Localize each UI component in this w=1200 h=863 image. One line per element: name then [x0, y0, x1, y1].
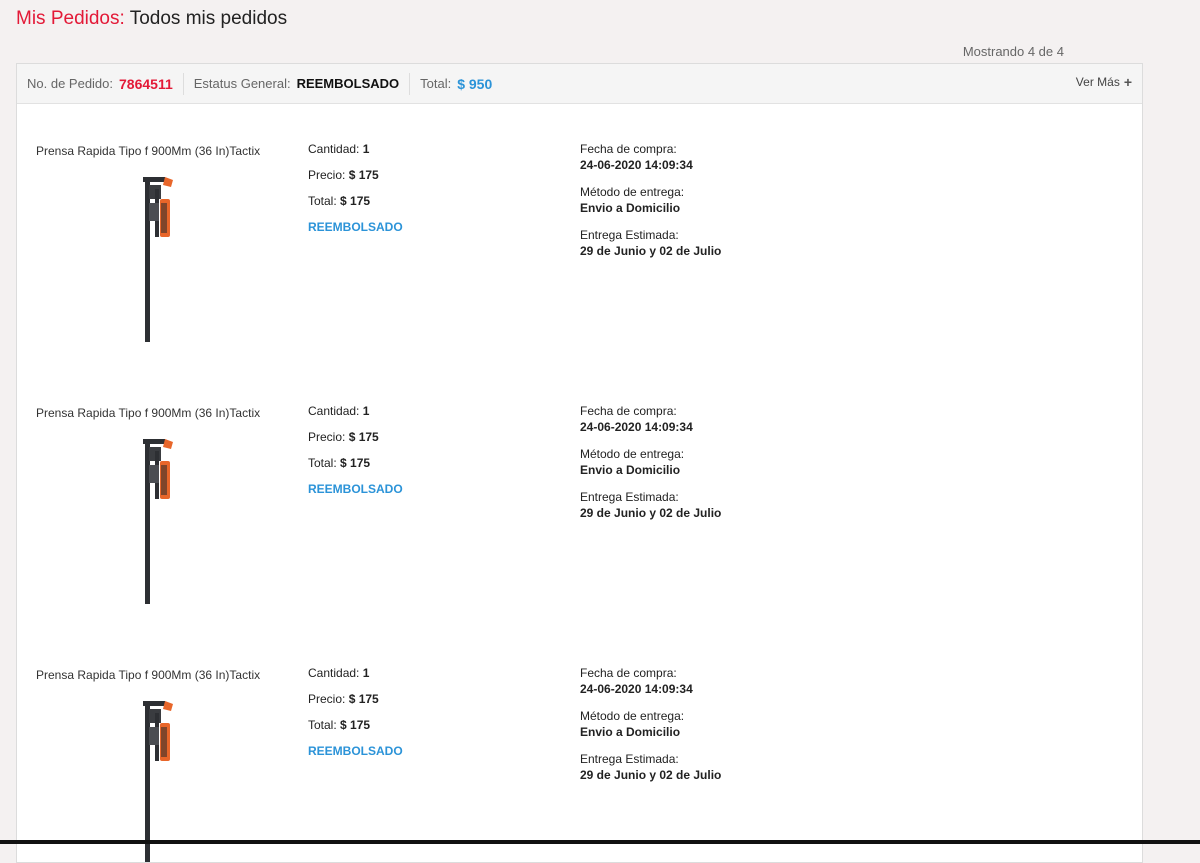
item-status-link[interactable]: REEMBOLSADO	[308, 481, 403, 507]
delivery-method-label: Método de entrega:	[580, 447, 685, 461]
order-item: Prensa Rapida Tipo f 900Mm (36 In)Tactix…	[17, 627, 1142, 863]
price-row: Precio: $ 175	[308, 691, 403, 717]
item-total-value: $ 175	[340, 718, 371, 732]
purchase-date: 24-06-2020 14:09:34	[580, 682, 693, 696]
item-summary: Cantidad: 1 Precio: $ 175 Total: $ 175 R…	[308, 403, 403, 507]
price-value: $ 175	[348, 168, 379, 182]
item-details: Fecha de compra: 24-06-2020 14:09:34 Mét…	[580, 141, 721, 270]
bar-clamp-image[interactable]	[135, 439, 185, 604]
item-total-row: Total: $ 175	[308, 455, 403, 481]
price-value: $ 175	[348, 692, 379, 706]
quantity-label: Cantidad:	[308, 404, 360, 418]
item-total-value: $ 175	[340, 194, 371, 208]
purchase-date: 24-06-2020 14:09:34	[580, 420, 693, 434]
estimated-delivery-label: Entrega Estimada:	[580, 490, 679, 504]
delivery-method: Envio a Domicilio	[580, 463, 681, 477]
item-total-label: Total:	[308, 456, 337, 470]
delivery-method-label: Método de entrega:	[580, 185, 685, 199]
product-name[interactable]: Prensa Rapida Tipo f 900Mm (36 In)Tactix	[36, 406, 260, 420]
delivery-method: Envio a Domicilio	[580, 725, 681, 739]
page-title-main: Todos mis pedidos	[129, 8, 288, 29]
results-count: Mostrando 4 de 4	[962, 44, 1064, 59]
quantity-value: 1	[362, 666, 370, 680]
estimated-delivery: 29 de Junio y 02 de Julio	[580, 768, 722, 782]
order-total-group: Total: $ 950	[420, 73, 502, 95]
order-item: Prensa Rapida Tipo f 900Mm (36 In)Tactix…	[17, 103, 1142, 353]
quantity-value: 1	[362, 142, 370, 156]
order-total: $ 950	[457, 75, 493, 92]
estimated-delivery-label: Entrega Estimada:	[580, 752, 679, 766]
product-name[interactable]: Prensa Rapida Tipo f 900Mm (36 In)Tactix	[36, 668, 260, 682]
item-total-row: Total: $ 175	[308, 193, 403, 219]
page-title-prefix: Mis Pedidos:	[16, 8, 125, 29]
order-number: 7864511	[119, 75, 173, 92]
quantity-label: Cantidad:	[308, 666, 360, 680]
order-status-label: Estatus General:	[193, 76, 291, 91]
ver-mas-label: Ver Más	[1075, 75, 1120, 89]
order-number-group: No. de Pedido: 7864511	[27, 72, 184, 95]
price-label: Precio:	[308, 168, 346, 182]
item-status-link[interactable]: REEMBOLSADO	[308, 743, 403, 769]
order-header: No. de Pedido: 7864511 Estatus General: …	[17, 64, 1142, 104]
estimated-delivery-label: Entrega Estimada:	[580, 228, 679, 242]
delivery-method-label: Método de entrega:	[580, 709, 685, 723]
purchase-date-label: Fecha de compra:	[580, 404, 677, 418]
item-summary: Cantidad: 1 Precio: $ 175 Total: $ 175 R…	[308, 141, 403, 245]
item-summary: Cantidad: 1 Precio: $ 175 Total: $ 175 R…	[308, 665, 403, 769]
quantity-row: Cantidad: 1	[308, 141, 403, 167]
price-label: Precio:	[308, 430, 346, 444]
order-item: Prensa Rapida Tipo f 900Mm (36 In)Tactix…	[17, 365, 1142, 615]
order-number-label: No. de Pedido:	[27, 76, 114, 91]
item-total-value: $ 175	[340, 456, 371, 470]
estimated-delivery: 29 de Junio y 02 de Julio	[580, 244, 722, 258]
delivery-method: Envio a Domicilio	[580, 201, 681, 215]
ver-mas-button[interactable]: Ver Más +	[1076, 75, 1132, 89]
item-status-link[interactable]: REEMBOLSADO	[308, 219, 403, 245]
order-status: REEMBOLSADO	[296, 76, 400, 91]
item-total-label: Total:	[308, 194, 337, 208]
quantity-row: Cantidad: 1	[308, 403, 403, 429]
quantity-row: Cantidad: 1	[308, 665, 403, 691]
purchase-date: 24-06-2020 14:09:34	[580, 158, 693, 172]
item-details: Fecha de compra: 24-06-2020 14:09:34 Mét…	[580, 403, 721, 532]
order-total-label: Total:	[420, 76, 452, 91]
purchase-date-label: Fecha de compra:	[580, 666, 677, 680]
item-total-label: Total:	[308, 718, 337, 732]
bar-clamp-image[interactable]	[135, 701, 185, 863]
purchase-date-label: Fecha de compra:	[580, 142, 677, 156]
product-name[interactable]: Prensa Rapida Tipo f 900Mm (36 In)Tactix	[36, 144, 260, 158]
page-title: Mis Pedidos: Todos mis pedidos	[16, 7, 287, 31]
estimated-delivery: 29 de Junio y 02 de Julio	[580, 506, 722, 520]
price-row: Precio: $ 175	[308, 429, 403, 455]
bottom-edge	[0, 840, 1200, 844]
bar-clamp-image[interactable]	[135, 177, 185, 342]
quantity-label: Cantidad:	[308, 142, 360, 156]
price-value: $ 175	[348, 430, 379, 444]
price-row: Precio: $ 175	[308, 167, 403, 193]
price-label: Precio:	[308, 692, 346, 706]
order-status-group: Estatus General: REEMBOLSADO	[193, 72, 411, 95]
quantity-value: 1	[362, 404, 370, 418]
order-card: No. de Pedido: 7864511 Estatus General: …	[16, 63, 1143, 863]
item-total-row: Total: $ 175	[308, 717, 403, 743]
plus-icon: +	[1123, 74, 1132, 90]
item-details: Fecha de compra: 24-06-2020 14:09:34 Mét…	[580, 665, 721, 794]
